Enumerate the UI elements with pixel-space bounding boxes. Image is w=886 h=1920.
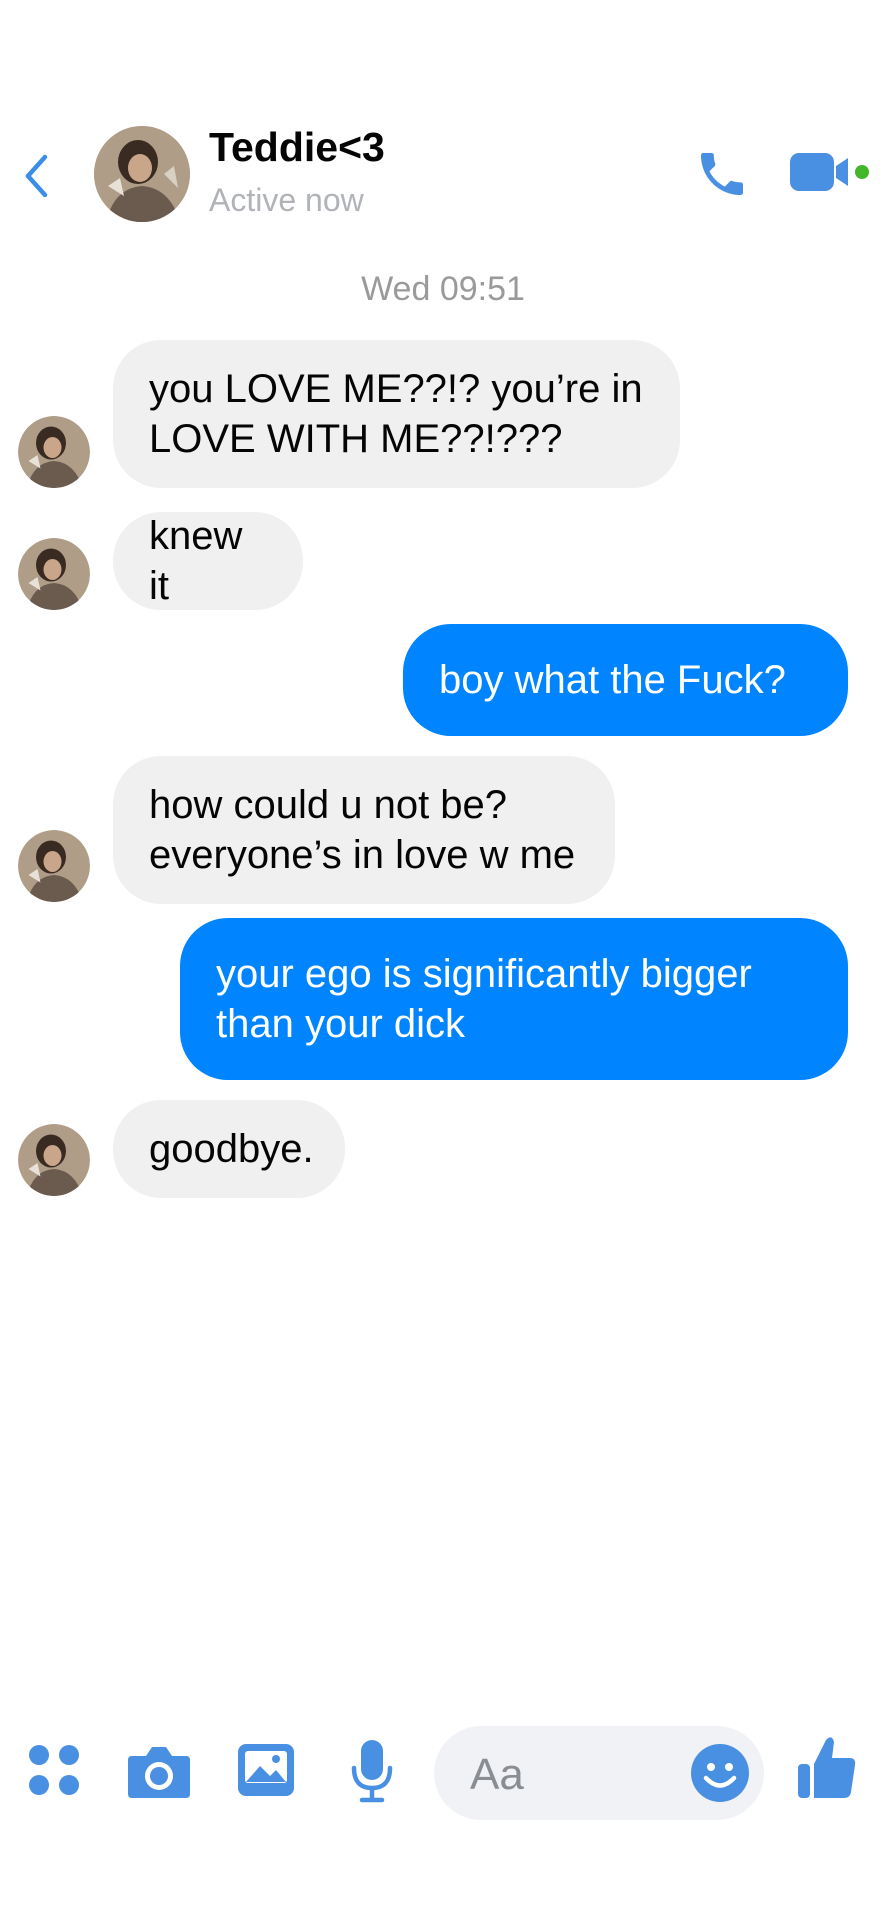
input-placeholder: Aa [470, 1750, 524, 1799]
thumbs-up-icon [798, 1737, 856, 1798]
microphone-icon [351, 1740, 393, 1803]
phone-icon [701, 153, 743, 195]
message-timestamp: Wed 09:51 [361, 270, 525, 308]
message-text-line: boy what the Fuck? [439, 658, 786, 702]
message-text-line: knew it [149, 514, 243, 608]
incoming-message[interactable]: how could u not be? everyone’s in love w… [113, 756, 615, 904]
sender-avatar[interactable] [18, 538, 90, 610]
message-text-line: your ego is significantly bigger [216, 952, 752, 996]
incoming-message[interactable]: you LOVE ME??!? you’re in LOVE WITH ME??… [113, 340, 680, 488]
message-text-line: you LOVE ME??!? you’re in [149, 367, 643, 411]
more-actions-button[interactable] [26, 1742, 82, 1798]
message-composer: Aa [0, 1700, 886, 1840]
emoji-button[interactable] [690, 1743, 750, 1803]
video-call-button[interactable] [788, 150, 874, 194]
chevron-left-icon [25, 154, 48, 198]
message-input[interactable]: Aa [434, 1726, 764, 1820]
outgoing-message[interactable]: boy what the Fuck? [403, 624, 848, 736]
message-text-line: everyone’s in love w me [149, 833, 576, 877]
four-dots-icon [29, 1745, 79, 1795]
message-text-line: goodbye. [149, 1127, 314, 1171]
back-button[interactable] [16, 148, 56, 204]
active-status: Active now [209, 182, 364, 218]
camera-icon [128, 1747, 190, 1798]
contact-avatar[interactable] [94, 126, 190, 222]
message-text-line: how could u not be? [149, 783, 508, 827]
sender-avatar[interactable] [18, 416, 90, 488]
camera-button[interactable] [126, 1744, 192, 1800]
image-icon [238, 1744, 294, 1796]
incoming-message[interactable]: knew it [113, 512, 303, 610]
like-button[interactable] [796, 1734, 858, 1800]
contact-name[interactable]: Teddie<3 [209, 124, 385, 171]
gallery-button[interactable] [236, 1740, 296, 1800]
conversation-header: Teddie<3 Active now [0, 0, 886, 240]
incoming-message[interactable]: goodbye. [113, 1100, 345, 1198]
voice-call-button[interactable] [694, 144, 750, 204]
outgoing-message[interactable]: your ego is significantly bigger than yo… [180, 918, 848, 1080]
sender-avatar[interactable] [18, 830, 90, 902]
message-text-line: than your dick [216, 1002, 466, 1046]
smiley-icon [691, 1744, 749, 1802]
message-text-line: LOVE WITH ME??!??? [149, 417, 563, 461]
sender-avatar[interactable] [18, 1124, 90, 1196]
voice-message-button[interactable] [350, 1738, 394, 1804]
video-camera-icon [790, 153, 869, 191]
